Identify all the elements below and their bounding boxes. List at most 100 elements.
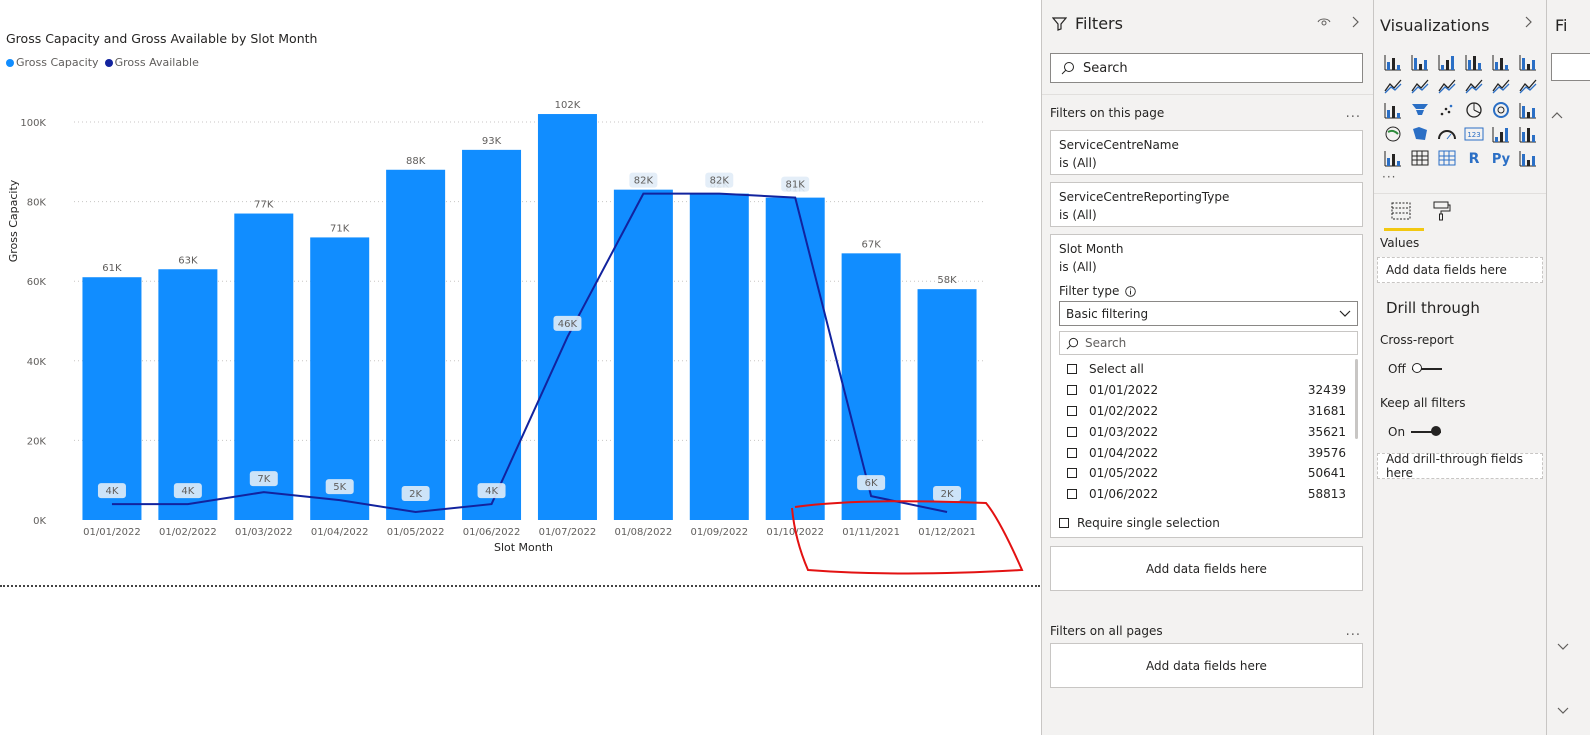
checkbox[interactable] [1067,405,1077,416]
value-count: 39576 [1307,445,1346,460]
fields-tab-icon[interactable] [1390,200,1412,222]
filters-search-input[interactable]: Search [1050,53,1363,83]
filters-pane: Filters Search Filters on this page ... … [1041,0,1373,735]
slicer-icon[interactable] [1382,148,1404,167]
stacked-bar-icon[interactable] [1382,52,1404,71]
chevron-down-icon[interactable] [1557,700,1569,719]
visualizations-title: Visualizations [1380,16,1490,35]
scatter-icon[interactable] [1436,100,1458,119]
drill-through-drop-zone[interactable]: Add drill-through fields here [1377,452,1543,480]
list-scrollbar[interactable] [1355,359,1358,439]
viz-tabs [1390,200,1452,222]
clustered-bar-icon[interactable] [1436,52,1458,71]
bar-data-label: 71K [330,223,350,234]
bar-data-label: 93K [482,136,502,147]
bar [917,289,977,520]
y-axis-title: Gross Capacity [7,179,20,262]
value-label: 01/02/2022 [1089,403,1159,418]
list-item[interactable]: 01/02/2022 31681 [1059,401,1358,422]
line-data-label: 6K [865,478,878,489]
funnel-icon[interactable] [1409,100,1431,119]
cross-report-label: Cross-report [1380,333,1454,347]
line-clustered-icon[interactable] [1490,76,1512,95]
more-options-button[interactable]: ... [1346,624,1361,639]
decomposition-tree-icon[interactable] [1517,148,1539,167]
value-count: 35621 [1307,424,1346,439]
checkbox[interactable] [1067,385,1077,396]
legend-item-gross-available[interactable]: Gross Available [104,56,199,69]
chevron-down-icon[interactable] [1557,636,1569,655]
r-visual-icon[interactable]: R [1463,148,1485,167]
pie-chart-icon[interactable] [1463,100,1485,119]
checkbox[interactable] [1067,364,1077,375]
filter-card-field: ServiceCentreName [1059,138,1179,152]
area-chart-icon[interactable] [1409,76,1431,95]
filled-map-icon[interactable] [1409,124,1431,143]
legend-dot [6,58,14,67]
waterfall-icon[interactable] [1382,100,1404,119]
format-paint-roller-icon[interactable] [1430,200,1452,222]
map-icon[interactable] [1382,124,1404,143]
kpi-icon[interactable] [1517,124,1539,143]
x-tick-label: 01/01/2022 [83,527,141,538]
x-tick-label: 01/04/2022 [311,527,369,538]
info-icon[interactable] [1125,285,1137,297]
stacked-column-icon[interactable] [1409,52,1431,71]
clustered-column-icon[interactable] [1463,52,1485,71]
line-column-icon[interactable] [1463,76,1485,95]
checkbox[interactable] [1067,426,1077,437]
list-item[interactable]: 01/06/2022 58813 [1059,484,1358,505]
legend-item-gross-capacity[interactable]: Gross Capacity [6,56,99,69]
multi-row-card-icon[interactable] [1490,124,1512,143]
select-all-checkbox[interactable]: Select all [1059,359,1358,380]
list-item[interactable]: 01/03/2022 35621 [1059,421,1358,442]
filter-card-servicecentrename[interactable]: ServiceCentreName is (All) [1050,130,1363,175]
values-drop-zone[interactable]: Add data fields here [1377,257,1543,283]
legend-label: Gross Available [114,56,199,69]
line-chart-icon[interactable] [1382,76,1404,95]
matrix-icon[interactable] [1436,148,1458,167]
value-label: 01/05/2022 [1089,466,1159,481]
checkbox[interactable] [1067,468,1077,479]
stacked-area-icon[interactable] [1436,76,1458,95]
divider [1374,193,1546,194]
filter-type-dropdown[interactable]: Basic filtering [1059,301,1358,326]
more-visuals-button[interactable]: ··· [1382,170,1396,184]
x-tick-label: 01/03/2022 [235,527,293,538]
100-column-icon[interactable] [1517,52,1539,71]
collapse-chevron-icon[interactable] [1351,16,1359,28]
filter-card-servicecentrereportingtype[interactable]: ServiceCentreReportingType is (All) [1050,182,1363,227]
card-icon[interactable]: 123 [1463,124,1485,143]
add-data-fields-page[interactable]: Add data fields here [1050,546,1363,591]
eye-icon[interactable] [1317,16,1331,28]
checkbox[interactable] [1067,489,1077,500]
checkbox[interactable] [1059,518,1069,528]
search-placeholder: Search [1083,60,1128,76]
list-item[interactable]: 01/04/2022 39576 [1059,442,1358,463]
donut-chart-icon[interactable] [1490,100,1512,119]
cross-report-toggle[interactable]: Off [1388,362,1442,376]
chevron-up-icon[interactable] [1551,104,1563,123]
collapse-chevron-icon[interactable] [1524,16,1532,32]
ribbon-chart-icon[interactable] [1517,76,1539,95]
gauge-icon[interactable] [1436,124,1458,143]
table-icon[interactable] [1409,148,1431,167]
checkbox[interactable] [1067,447,1077,458]
list-item[interactable]: 01/05/2022 50641 [1059,463,1358,484]
python-visual-icon[interactable]: Py [1490,148,1512,167]
filter-card-state: is (All) [1059,156,1097,170]
list-item[interactable]: 01/01/2022 32439 [1059,380,1358,401]
100-bar-icon[interactable] [1490,52,1512,71]
add-data-fields-all-pages[interactable]: Add data fields here [1050,643,1363,688]
filter-values-search-input[interactable]: Search [1059,331,1358,355]
require-single-selection[interactable]: Require single selection [1059,516,1220,530]
svg-text:123: 123 [1467,131,1480,139]
more-options-button[interactable]: ... [1346,106,1361,121]
fields-title: Fi [1555,16,1568,35]
treemap-icon[interactable] [1517,100,1539,119]
keep-all-filters-toggle[interactable]: On [1388,425,1442,439]
fields-search-input[interactable] [1551,53,1590,81]
filter-card-field[interactable]: Slot Month [1059,242,1123,256]
divider [1042,94,1373,95]
chart[interactable]: 0K 20K 40K 60K 80K 100K Gross Capacity 61K 01/01… [0,0,1030,585]
